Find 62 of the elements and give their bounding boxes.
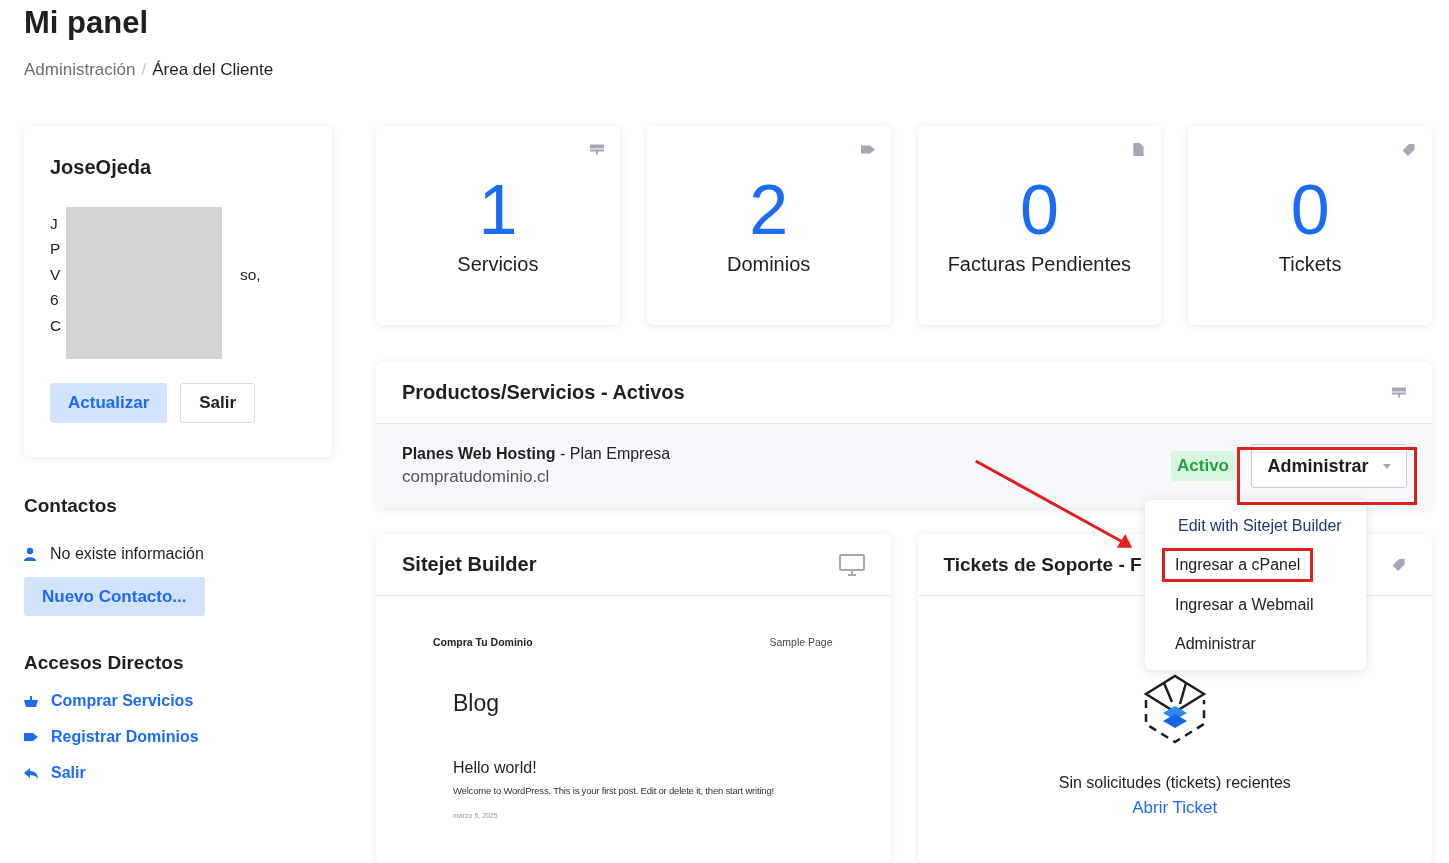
empty-message: No existe información [50,545,204,563]
update-button[interactable]: Actualizar [50,383,168,423]
empty-inbox-drawing [1141,674,1208,746]
stat-card[interactable]: 2 Dominios [646,126,891,325]
breadcrumb-separator: / [141,60,147,80]
basket-icon [24,694,38,708]
ticket-icon [1402,143,1416,156]
section-title: Contactos [24,495,118,517]
address-text: 6 [50,291,60,310]
page-heading: Blog [453,690,501,717]
address-text: P [50,240,62,259]
tag-icon [24,730,38,744]
section-title: Accesos Directos [24,652,185,674]
stat-card[interactable]: 0 Facturas Pendientes [917,126,1162,325]
empty-message: Sin solicitudes (tickets) recientes [1058,774,1291,792]
address-text: J [50,214,59,233]
shortcut-link[interactable]: Salir [51,764,86,782]
address-text: so, [240,265,261,284]
new-contact-button[interactable]: Nuevo Contacto... [24,577,205,616]
stat-label: Facturas Pendientes [947,253,1132,276]
server-icon [589,143,604,156]
menu-item[interactable]: Edit with Sitejet Builder [1165,508,1355,543]
product-domain: compratudominio.cl [402,467,551,487]
stat-value: 2 [749,171,789,249]
panel-title: Sitejet Builder [402,553,537,576]
stat-value: 0 [1019,171,1059,249]
menu-item[interactable]: Ingresar a cPanel [1162,548,1314,583]
manage-dropdown-button[interactable]: Administrar [1251,444,1407,488]
user-icon [24,547,36,561]
shortcut-link[interactable]: Comprar Servicios [51,692,194,710]
stat-card[interactable]: 1 Servicios [376,126,620,325]
address-text: V [50,265,62,284]
menu-item[interactable]: Ingresar a Webmail [1162,587,1327,622]
document-icon [1131,143,1146,156]
caret-icon [1382,463,1391,469]
reply-icon [24,766,38,780]
breadcrumb-item[interactable]: Administración [24,60,136,80]
breadcrumb-item: Área del Cliente [152,60,274,80]
status-badge: Activo [1171,451,1235,481]
stat-card[interactable]: 0 Tickets [1188,126,1432,325]
logout-button[interactable]: Salir [180,383,256,423]
shortcut-link[interactable]: Registrar Dominios [51,728,199,746]
site-title: Compra Tu Dominio [433,636,533,648]
server-icon [1392,386,1406,399]
tag-icon [860,143,875,156]
stat-label: Servicios [457,253,539,276]
profile-name: JoseOjeda [50,156,153,179]
monitor-icon [838,553,865,576]
open-ticket-link[interactable]: Abrir Ticket [1132,798,1218,818]
page-title: Mi panel [23,4,149,42]
stat-label: Dominios [726,253,811,276]
panel-title: Productos/Servicios - Activos [402,381,685,404]
post-excerpt: Welcome to WordPress. This is your first post. Edit or delete it, then start writing! [453,785,775,796]
ticket-icon [1392,558,1406,571]
address-text: C [50,316,63,335]
post-title: Hello world! [453,759,538,777]
stat-value: 0 [1290,171,1330,249]
panel-title: Tickets de Soporte - F [943,553,1142,576]
menu-item[interactable]: Administrar [1162,627,1269,662]
stat-value: 1 [478,171,518,249]
stat-label: Tickets [1278,253,1342,276]
product-name: Planes Web Hosting - Plan Empresa [402,445,672,463]
